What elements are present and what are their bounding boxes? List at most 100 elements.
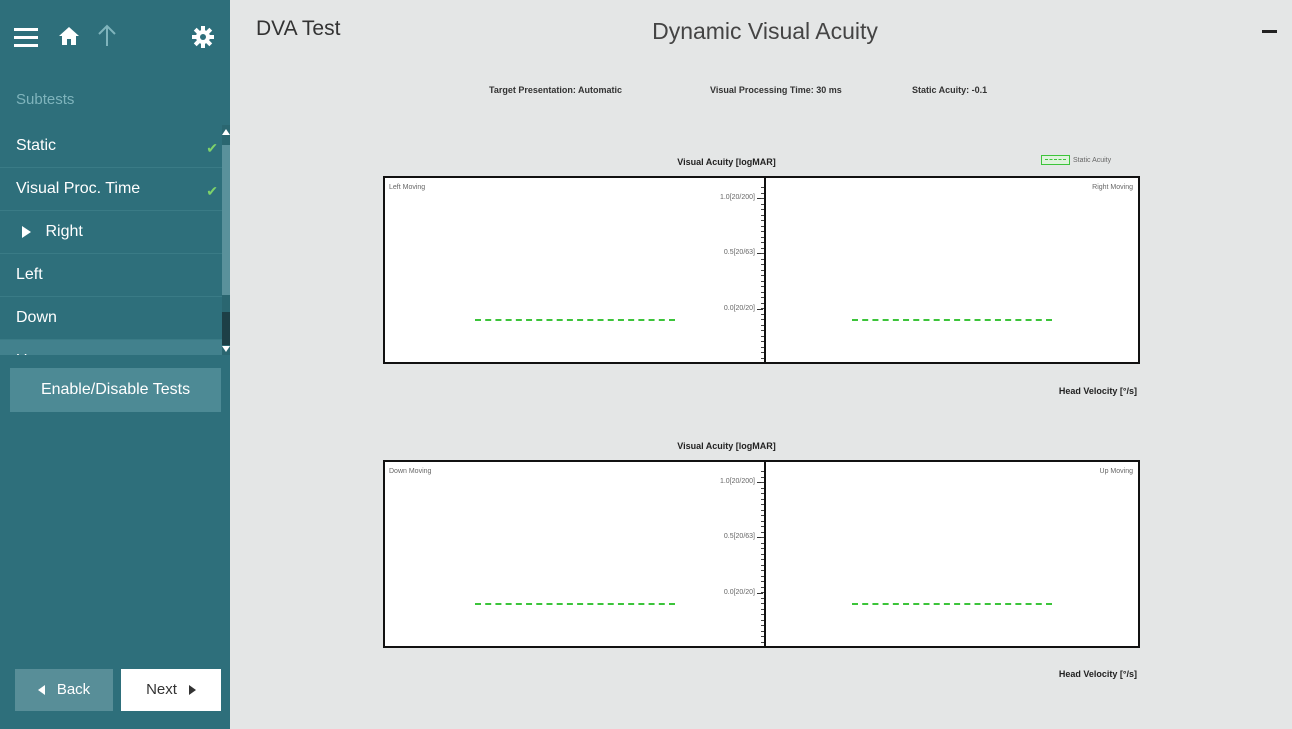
y-minor-tick [761, 630, 764, 632]
sidebar-item-label: Visual Proc. Time [16, 180, 141, 197]
y-minor-tick [761, 225, 764, 227]
play-triangle-icon [22, 225, 31, 238]
y-minor-tick [761, 324, 764, 326]
panel-label-left: Left Moving [389, 184, 426, 191]
y-minor-tick [761, 641, 764, 643]
static-acuity-line-right [852, 603, 1052, 605]
next-arrow-icon [188, 685, 196, 696]
subtest-list: Static ✔ Visual Proc. Time ✔ Right Left … [0, 125, 230, 355]
sidebar-item-label: Left [16, 266, 43, 283]
y-tick-mark [757, 593, 763, 594]
y-minor-tick [761, 482, 764, 483]
y-minor-tick [761, 352, 764, 353]
y-minor-tick [761, 575, 764, 577]
zero-velocity-axis [764, 178, 766, 362]
y-minor-tick [761, 564, 764, 566]
sidebar-item-label: Right [45, 223, 83, 240]
static-acuity-text: Static Acuity: -0.1 [912, 85, 988, 95]
test-name: DVA Test [256, 17, 341, 40]
static-acuity-line-right [852, 319, 1052, 321]
y-minor-tick [761, 187, 764, 188]
sidebar-item-up[interactable]: Up [0, 340, 222, 355]
subtest-scrollbar[interactable] [222, 125, 230, 355]
y-minor-tick [761, 592, 764, 593]
y-minor-tick [761, 531, 764, 533]
sidebar-item-static[interactable]: Static ✔ [0, 125, 222, 168]
up-arrow-icon[interactable] [96, 24, 118, 53]
y-minor-tick [761, 603, 764, 604]
chart-title: Visual Acuity [logMAR] [677, 441, 776, 451]
scroll-down-icon[interactable] [222, 346, 230, 352]
y-minor-tick [761, 614, 764, 615]
target-presentation-text: Target Presentation: Automatic [489, 85, 623, 95]
y-minor-tick [761, 209, 764, 210]
sidebar-item-label: Static [16, 137, 57, 154]
y-minor-tick [761, 515, 764, 516]
y-minor-tick [761, 559, 764, 560]
chart-legend: Static Acuity [1041, 155, 1111, 165]
y-minor-tick [761, 192, 764, 194]
y-minor-tick [761, 597, 764, 599]
back-button-label: Back [56, 681, 91, 698]
panel-label-right: Right Moving [1092, 184, 1133, 191]
next-button[interactable]: Next [121, 669, 221, 711]
sidebar-item-right[interactable]: Right [0, 211, 222, 254]
y-minor-tick [761, 242, 764, 243]
y-minor-tick [761, 247, 764, 249]
y-minor-tick [761, 286, 764, 287]
x-axis-label: Head Velocity [°/s] [1058, 669, 1137, 679]
y-minor-tick [761, 302, 764, 304]
y-minor-tick [761, 537, 764, 538]
home-icon[interactable] [58, 25, 80, 52]
sidebar-item-label: Down [16, 309, 57, 326]
y-minor-tick [761, 214, 764, 216]
y-tick-label: 0.5[20/63] [723, 533, 755, 540]
sidebar-toolbar [0, 0, 230, 80]
y-minor-tick [761, 264, 764, 265]
scrollbar-thumb[interactable] [222, 145, 230, 295]
gear-icon[interactable] [192, 26, 214, 53]
legend-swatch [1041, 155, 1070, 165]
y-minor-tick [761, 280, 764, 282]
back-button[interactable]: Back [15, 669, 113, 711]
sidebar: Subtests Static ✔ Visual Proc. Time ✔ Ri… [0, 0, 230, 729]
sidebar-item-down[interactable]: Down [0, 297, 222, 340]
y-tick-label: 0.0[20/20] [723, 305, 755, 312]
y-minor-tick [761, 319, 764, 320]
y-minor-tick [761, 203, 764, 205]
static-acuity-line-left [475, 603, 675, 605]
legend-label: Static Acuity [1073, 156, 1112, 164]
visual-processing-time-text: Visual Processing Time: 30 ms [710, 85, 842, 95]
sidebar-item-left[interactable]: Left [0, 254, 222, 297]
y-minor-tick [761, 330, 764, 331]
y-minor-tick [761, 236, 764, 238]
enable-disable-tests-button[interactable]: Enable/Disable Tests [10, 368, 221, 412]
y-tick-mark [757, 309, 763, 310]
y-minor-tick [761, 570, 764, 571]
sidebar-item-label: Up [16, 352, 36, 355]
y-minor-tick [761, 269, 764, 271]
panel-label-left: Down Moving [389, 468, 432, 475]
menu-icon[interactable] [14, 28, 38, 48]
sidebar-item-visual-proc-time[interactable]: Visual Proc. Time ✔ [0, 168, 222, 211]
y-minor-tick [761, 308, 764, 309]
zero-velocity-axis [764, 462, 766, 646]
y-minor-tick [761, 253, 764, 254]
scroll-up-icon[interactable] [222, 129, 230, 135]
y-minor-tick [761, 619, 764, 621]
minimize-icon[interactable] [1262, 30, 1277, 33]
y-tick-label: 0.0[20/20] [723, 589, 755, 596]
y-minor-tick [761, 493, 764, 494]
scrollbar-track-end [222, 312, 230, 345]
y-minor-tick [761, 586, 764, 588]
y-minor-tick [761, 313, 764, 315]
y-tick-label: 1.0[20/200] [719, 478, 755, 485]
check-icon: ✔ [206, 183, 218, 199]
y-minor-tick [761, 471, 764, 472]
y-minor-tick [761, 608, 764, 610]
page-title: Dynamic Visual Acuity [652, 18, 878, 44]
y-minor-tick [761, 487, 764, 489]
y-minor-tick [761, 291, 764, 293]
y-minor-tick [761, 476, 764, 478]
y-minor-tick [761, 625, 764, 626]
